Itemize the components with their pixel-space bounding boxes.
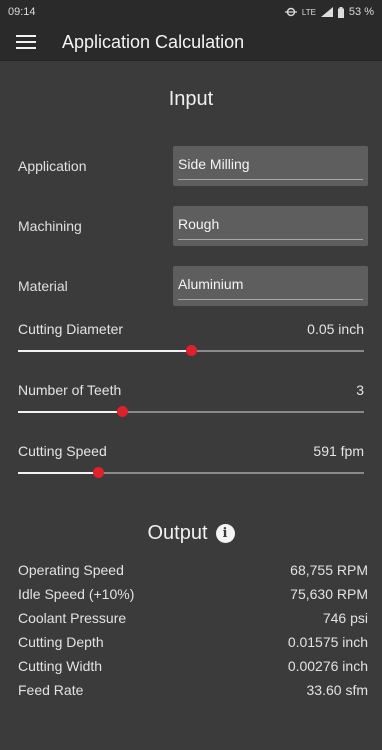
output-section-title: Output i (0, 520, 382, 546)
info-icon[interactable]: i (215, 523, 235, 543)
output-row-feed-rate: Feed Rate 33.60 sfm (0, 678, 382, 702)
output-value: 0.01575 inch (287, 634, 368, 650)
slider-fill (18, 350, 191, 352)
material-row: Material Aluminium (0, 266, 382, 306)
cutting-speed-value: 591 fpm (313, 443, 364, 459)
cutting-diameter-value: 0.05 inch (307, 321, 364, 337)
status-time: 09:14 (8, 6, 36, 18)
material-dropdown[interactable]: Aluminium (173, 266, 368, 306)
material-label: Material (18, 278, 68, 294)
output-label: Coolant Pressure (18, 610, 127, 626)
machining-row: Machining Rough (0, 206, 382, 246)
output-value: 68,755 RPM (290, 562, 368, 578)
slider-thumb[interactable] (92, 467, 104, 478)
machining-dropdown[interactable]: Rough (173, 206, 368, 246)
cutting-speed-label: Cutting Speed (18, 443, 107, 459)
number-of-teeth-value: 3 (356, 382, 364, 398)
app-bar: Application Calculation (0, 24, 382, 61)
slider-fill (18, 411, 122, 413)
output-value: 746 psi (322, 610, 368, 626)
data-icon (284, 7, 297, 17)
application-label: Application (18, 158, 87, 174)
output-value: 0.00276 inch (287, 658, 368, 674)
output-label: Cutting Width (18, 658, 103, 674)
number-of-teeth-slider[interactable] (18, 406, 364, 417)
cutting-diameter-label: Cutting Diameter (18, 321, 124, 337)
battery-level: 53 % (348, 6, 374, 18)
application-dropdown[interactable]: Side Milling (173, 146, 368, 186)
cutting-diameter-slider[interactable] (18, 345, 364, 356)
output-row-cutting-depth: Cutting Depth 0.01575 inch (0, 630, 382, 654)
status-bar: 09:14 LTE 53 % (0, 0, 382, 24)
output-label: Operating Speed (18, 562, 124, 578)
output-row-operating-speed: Operating Speed 68,755 RPM (0, 558, 382, 582)
number-of-teeth-block: Number of Teeth 3 (0, 381, 382, 417)
output-title-text: Output (147, 521, 208, 544)
cutting-diameter-block: Cutting Diameter 0.05 inch (0, 320, 382, 356)
machining-label: Machining (18, 218, 82, 234)
output-label: Idle Speed (+10%) (18, 586, 135, 602)
cutting-speed-slider[interactable] (18, 467, 364, 478)
input-section-title: Input (168, 88, 214, 110)
output-list: Operating Speed 68,755 RPM Idle Speed (+… (0, 558, 382, 702)
output-row-coolant-pressure: Coolant Pressure 746 psi (0, 606, 382, 630)
slider-fill (18, 472, 98, 474)
cutting-speed-block: Cutting Speed 591 fpm (0, 442, 382, 478)
page-title: Application Calculation (62, 31, 245, 52)
menu-icon[interactable] (16, 35, 36, 49)
output-label: Cutting Depth (18, 634, 104, 650)
application-row: Application Side Milling (0, 146, 382, 186)
slider-thumb[interactable] (186, 345, 197, 356)
battery-icon (337, 6, 344, 18)
output-label: Feed Rate (18, 682, 84, 698)
output-value: 75,630 RPM (290, 586, 368, 602)
output-row-cutting-width: Cutting Width 0.00276 inch (0, 654, 382, 678)
output-row-idle-speed: Idle Speed (+10%) 75,630 RPM (0, 582, 382, 606)
number-of-teeth-label: Number of Teeth (18, 382, 122, 398)
status-icons: LTE 53 % (284, 6, 374, 18)
network-type: LTE (301, 7, 316, 17)
slider-thumb[interactable] (116, 406, 128, 417)
output-value: 33.60 sfm (306, 682, 368, 698)
signal-icon (320, 7, 333, 17)
